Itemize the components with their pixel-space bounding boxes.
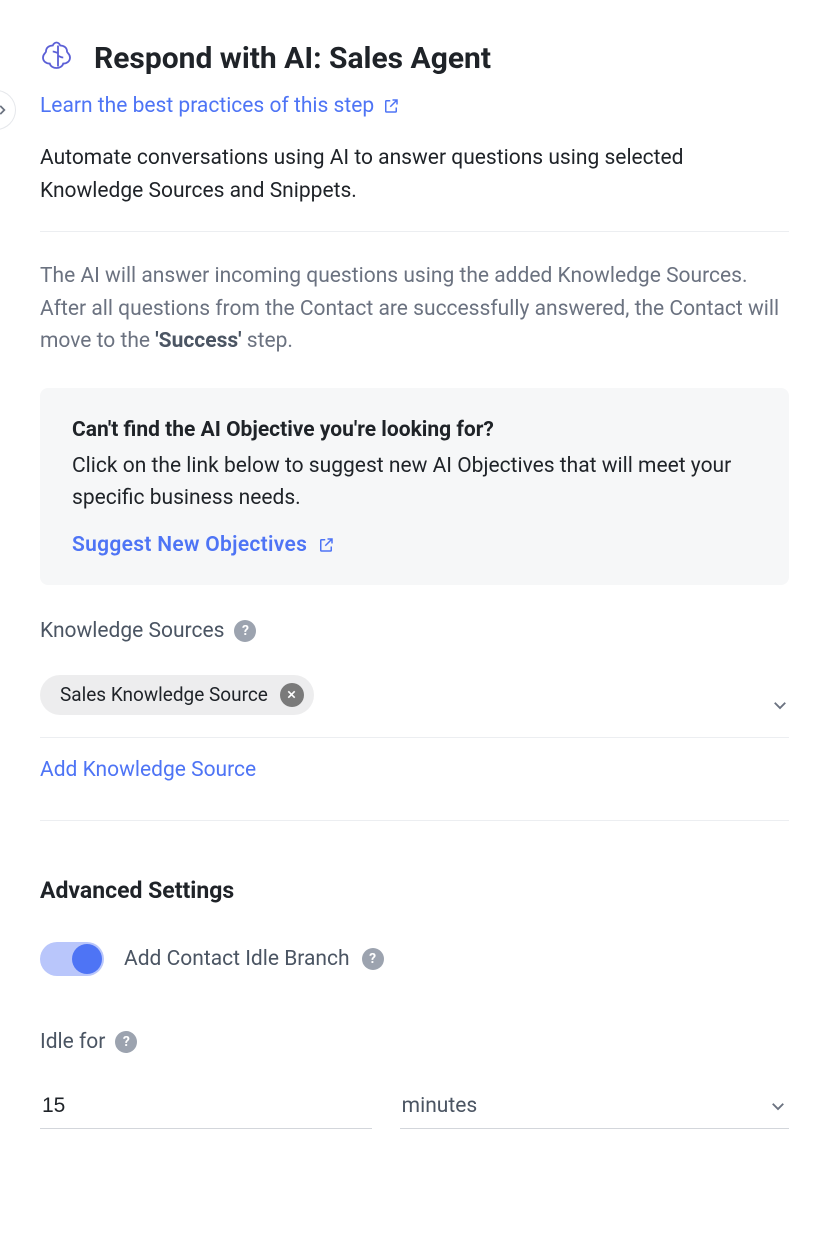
suggest-objectives-link[interactable]: Suggest New Objectives (72, 533, 335, 557)
chevron-down-icon[interactable] (771, 695, 789, 719)
step-description: Automate conversations using AI to answe… (40, 142, 789, 231)
page-title: Respond with AI: Sales Agent (94, 41, 491, 76)
chevron-down-icon (769, 1097, 787, 1115)
learn-best-practices-link[interactable]: Learn the best practices of this step (40, 94, 400, 118)
idle-input-row: minutes (40, 1084, 789, 1129)
divider (40, 231, 789, 232)
idle-branch-toggle[interactable] (40, 942, 104, 976)
knowledge-source-chip: Sales Knowledge Source (40, 675, 314, 715)
info-card-title: Can't find the AI Objective you're looki… (72, 418, 757, 442)
idle-duration-section: Idle for ? minutes (40, 1030, 789, 1129)
chip-label: Sales Knowledge Source (60, 683, 268, 706)
idle-unit-value: minutes (402, 1094, 478, 1118)
close-icon (286, 689, 297, 700)
subdesc-post: step. (242, 329, 293, 353)
external-link-icon (317, 536, 335, 554)
ai-behavior-description: The AI will answer incoming questions us… (40, 260, 789, 358)
chevron-right-icon (0, 103, 9, 117)
idle-branch-toggle-label: Add Contact Idle Branch ? (124, 947, 384, 971)
step-config-panel: Respond with AI: Sales Agent Learn the b… (0, 0, 829, 1257)
help-icon[interactable]: ? (362, 948, 384, 970)
external-link-icon (382, 97, 400, 115)
knowledge-sources-select[interactable]: Sales Knowledge Source (40, 663, 789, 738)
suggest-objectives-label: Suggest New Objectives (72, 533, 307, 557)
info-card-body: Click on the link below to suggest new A… (72, 450, 757, 515)
chip-remove-button[interactable] (280, 683, 304, 707)
panel-header: Respond with AI: Sales Agent (40, 40, 789, 76)
subdesc-pre: The AI will answer incoming questions us… (40, 264, 779, 353)
idle-duration-input[interactable] (40, 1084, 372, 1129)
idle-branch-toggle-row: Add Contact Idle Branch ? (40, 942, 789, 976)
suggest-objective-card: Can't find the AI Objective you're looki… (40, 388, 789, 585)
divider (40, 820, 789, 821)
help-icon[interactable]: ? (234, 620, 256, 642)
knowledge-sources-label: Knowledge Sources ? (40, 619, 789, 643)
idle-for-text: Idle for (40, 1030, 105, 1054)
idle-for-label: Idle for ? (40, 1030, 789, 1054)
toggle-label-text: Add Contact Idle Branch (124, 947, 350, 971)
subdesc-bold: 'Success' (155, 329, 241, 353)
brain-icon (40, 40, 76, 76)
toggle-knob (72, 944, 102, 974)
advanced-settings-title: Advanced Settings (40, 877, 789, 904)
idle-unit-select[interactable]: minutes (400, 1084, 789, 1129)
knowledge-sources-text: Knowledge Sources (40, 619, 224, 643)
help-icon[interactable]: ? (115, 1031, 137, 1053)
learn-link-label: Learn the best practices of this step (40, 94, 374, 118)
add-knowledge-source-link[interactable]: Add Knowledge Source (40, 758, 256, 782)
